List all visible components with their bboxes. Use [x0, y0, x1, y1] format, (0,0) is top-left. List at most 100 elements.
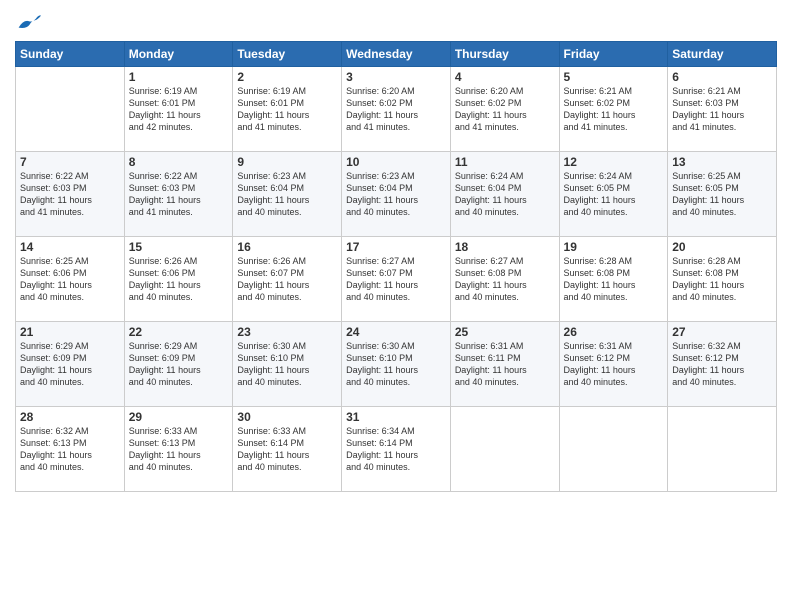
day-info: Sunrise: 6:34 AM Sunset: 6:14 PM Dayligh…: [346, 425, 446, 474]
calendar-day-cell: 12Sunrise: 6:24 AM Sunset: 6:05 PM Dayli…: [559, 151, 668, 236]
calendar-week-row: 14Sunrise: 6:25 AM Sunset: 6:06 PM Dayli…: [16, 236, 777, 321]
calendar-day-cell: 8Sunrise: 6:22 AM Sunset: 6:03 PM Daylig…: [124, 151, 233, 236]
calendar-day-cell: 1Sunrise: 6:19 AM Sunset: 6:01 PM Daylig…: [124, 66, 233, 151]
day-info: Sunrise: 6:29 AM Sunset: 6:09 PM Dayligh…: [129, 340, 229, 389]
calendar-day-cell: 22Sunrise: 6:29 AM Sunset: 6:09 PM Dayli…: [124, 321, 233, 406]
calendar-day-cell: 24Sunrise: 6:30 AM Sunset: 6:10 PM Dayli…: [342, 321, 451, 406]
day-number: 28: [20, 410, 120, 424]
day-info: Sunrise: 6:30 AM Sunset: 6:10 PM Dayligh…: [237, 340, 337, 389]
day-number: 5: [564, 70, 664, 84]
day-number: 30: [237, 410, 337, 424]
logo-text: [15, 14, 41, 37]
calendar-day-cell: [16, 66, 125, 151]
day-number: 6: [672, 70, 772, 84]
day-info: Sunrise: 6:28 AM Sunset: 6:08 PM Dayligh…: [672, 255, 772, 304]
day-number: 7: [20, 155, 120, 169]
calendar-day-cell: 21Sunrise: 6:29 AM Sunset: 6:09 PM Dayli…: [16, 321, 125, 406]
calendar-day-cell: 29Sunrise: 6:33 AM Sunset: 6:13 PM Dayli…: [124, 406, 233, 491]
day-number: 23: [237, 325, 337, 339]
day-number: 10: [346, 155, 446, 169]
calendar-day-header: Thursday: [450, 41, 559, 66]
day-info: Sunrise: 6:22 AM Sunset: 6:03 PM Dayligh…: [129, 170, 229, 219]
day-number: 1: [129, 70, 229, 84]
day-number: 15: [129, 240, 229, 254]
calendar-day-cell: 11Sunrise: 6:24 AM Sunset: 6:04 PM Dayli…: [450, 151, 559, 236]
day-info: Sunrise: 6:25 AM Sunset: 6:06 PM Dayligh…: [20, 255, 120, 304]
day-info: Sunrise: 6:24 AM Sunset: 6:05 PM Dayligh…: [564, 170, 664, 219]
calendar-day-cell: 30Sunrise: 6:33 AM Sunset: 6:14 PM Dayli…: [233, 406, 342, 491]
calendar-day-header: Friday: [559, 41, 668, 66]
day-number: 27: [672, 325, 772, 339]
day-info: Sunrise: 6:32 AM Sunset: 6:13 PM Dayligh…: [20, 425, 120, 474]
calendar-day-header: Tuesday: [233, 41, 342, 66]
day-info: Sunrise: 6:32 AM Sunset: 6:12 PM Dayligh…: [672, 340, 772, 389]
calendar-week-row: 7Sunrise: 6:22 AM Sunset: 6:03 PM Daylig…: [16, 151, 777, 236]
day-number: 20: [672, 240, 772, 254]
day-number: 17: [346, 240, 446, 254]
day-info: Sunrise: 6:20 AM Sunset: 6:02 PM Dayligh…: [455, 85, 555, 134]
day-info: Sunrise: 6:31 AM Sunset: 6:11 PM Dayligh…: [455, 340, 555, 389]
calendar-day-cell: 10Sunrise: 6:23 AM Sunset: 6:04 PM Dayli…: [342, 151, 451, 236]
calendar-day-cell: 27Sunrise: 6:32 AM Sunset: 6:12 PM Dayli…: [668, 321, 777, 406]
calendar-day-header: Monday: [124, 41, 233, 66]
calendar-day-cell: 17Sunrise: 6:27 AM Sunset: 6:07 PM Dayli…: [342, 236, 451, 321]
calendar: SundayMondayTuesdayWednesdayThursdayFrid…: [15, 41, 777, 492]
calendar-week-row: 28Sunrise: 6:32 AM Sunset: 6:13 PM Dayli…: [16, 406, 777, 491]
calendar-day-cell: [559, 406, 668, 491]
calendar-day-cell: 23Sunrise: 6:30 AM Sunset: 6:10 PM Dayli…: [233, 321, 342, 406]
day-info: Sunrise: 6:23 AM Sunset: 6:04 PM Dayligh…: [346, 170, 446, 219]
calendar-day-cell: 14Sunrise: 6:25 AM Sunset: 6:06 PM Dayli…: [16, 236, 125, 321]
day-number: 29: [129, 410, 229, 424]
calendar-week-row: 1Sunrise: 6:19 AM Sunset: 6:01 PM Daylig…: [16, 66, 777, 151]
header: [15, 10, 777, 33]
calendar-day-cell: 31Sunrise: 6:34 AM Sunset: 6:14 PM Dayli…: [342, 406, 451, 491]
calendar-day-cell: 16Sunrise: 6:26 AM Sunset: 6:07 PM Dayli…: [233, 236, 342, 321]
day-info: Sunrise: 6:25 AM Sunset: 6:05 PM Dayligh…: [672, 170, 772, 219]
day-number: 4: [455, 70, 555, 84]
day-info: Sunrise: 6:27 AM Sunset: 6:08 PM Dayligh…: [455, 255, 555, 304]
calendar-day-cell: 25Sunrise: 6:31 AM Sunset: 6:11 PM Dayli…: [450, 321, 559, 406]
day-info: Sunrise: 6:28 AM Sunset: 6:08 PM Dayligh…: [564, 255, 664, 304]
calendar-day-cell: 9Sunrise: 6:23 AM Sunset: 6:04 PM Daylig…: [233, 151, 342, 236]
calendar-day-cell: 6Sunrise: 6:21 AM Sunset: 6:03 PM Daylig…: [668, 66, 777, 151]
calendar-day-cell: 3Sunrise: 6:20 AM Sunset: 6:02 PM Daylig…: [342, 66, 451, 151]
logo-bird-icon: [17, 12, 41, 32]
calendar-day-cell: [450, 406, 559, 491]
day-info: Sunrise: 6:21 AM Sunset: 6:02 PM Dayligh…: [564, 85, 664, 134]
page: SundayMondayTuesdayWednesdayThursdayFrid…: [0, 0, 792, 612]
day-info: Sunrise: 6:33 AM Sunset: 6:14 PM Dayligh…: [237, 425, 337, 474]
calendar-day-header: Saturday: [668, 41, 777, 66]
day-number: 26: [564, 325, 664, 339]
day-number: 3: [346, 70, 446, 84]
calendar-day-cell: [668, 406, 777, 491]
day-number: 25: [455, 325, 555, 339]
day-number: 11: [455, 155, 555, 169]
day-info: Sunrise: 6:31 AM Sunset: 6:12 PM Dayligh…: [564, 340, 664, 389]
day-info: Sunrise: 6:26 AM Sunset: 6:06 PM Dayligh…: [129, 255, 229, 304]
calendar-day-cell: 20Sunrise: 6:28 AM Sunset: 6:08 PM Dayli…: [668, 236, 777, 321]
calendar-day-cell: 13Sunrise: 6:25 AM Sunset: 6:05 PM Dayli…: [668, 151, 777, 236]
day-info: Sunrise: 6:24 AM Sunset: 6:04 PM Dayligh…: [455, 170, 555, 219]
day-info: Sunrise: 6:29 AM Sunset: 6:09 PM Dayligh…: [20, 340, 120, 389]
calendar-day-header: Wednesday: [342, 41, 451, 66]
day-number: 13: [672, 155, 772, 169]
day-info: Sunrise: 6:33 AM Sunset: 6:13 PM Dayligh…: [129, 425, 229, 474]
calendar-day-cell: 18Sunrise: 6:27 AM Sunset: 6:08 PM Dayli…: [450, 236, 559, 321]
calendar-day-header: Sunday: [16, 41, 125, 66]
day-info: Sunrise: 6:22 AM Sunset: 6:03 PM Dayligh…: [20, 170, 120, 219]
calendar-day-cell: 7Sunrise: 6:22 AM Sunset: 6:03 PM Daylig…: [16, 151, 125, 236]
day-info: Sunrise: 6:21 AM Sunset: 6:03 PM Dayligh…: [672, 85, 772, 134]
day-number: 19: [564, 240, 664, 254]
calendar-week-row: 21Sunrise: 6:29 AM Sunset: 6:09 PM Dayli…: [16, 321, 777, 406]
day-number: 8: [129, 155, 229, 169]
logo: [15, 14, 41, 33]
day-number: 21: [20, 325, 120, 339]
day-number: 9: [237, 155, 337, 169]
day-number: 2: [237, 70, 337, 84]
calendar-day-cell: 5Sunrise: 6:21 AM Sunset: 6:02 PM Daylig…: [559, 66, 668, 151]
calendar-day-cell: 2Sunrise: 6:19 AM Sunset: 6:01 PM Daylig…: [233, 66, 342, 151]
day-info: Sunrise: 6:26 AM Sunset: 6:07 PM Dayligh…: [237, 255, 337, 304]
day-info: Sunrise: 6:20 AM Sunset: 6:02 PM Dayligh…: [346, 85, 446, 134]
day-number: 31: [346, 410, 446, 424]
calendar-header-row: SundayMondayTuesdayWednesdayThursdayFrid…: [16, 41, 777, 66]
